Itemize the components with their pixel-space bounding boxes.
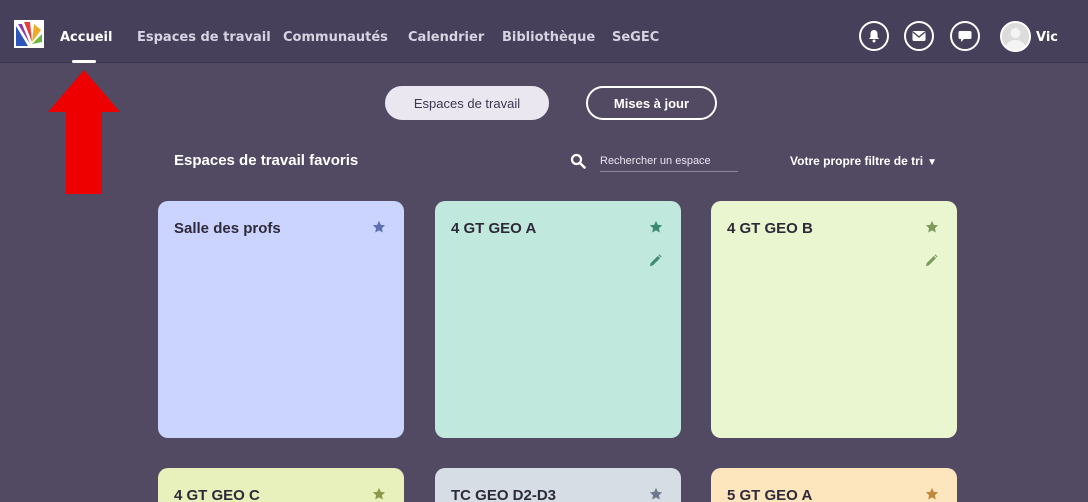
workspace-card[interactable]: 4 GT GEO A [435, 201, 681, 438]
card-title: 5 GT GEO A [727, 487, 813, 502]
favorites-section-title: Espaces de travail favoris [174, 152, 359, 169]
sort-filter-dropdown[interactable]: Votre propre filtre de tri ▼ [790, 154, 937, 168]
caret-down-icon: ▼ [927, 157, 938, 168]
top-navbar: Accueil Espaces de travail Communautés C… [0, 0, 1088, 63]
avatar[interactable] [1000, 21, 1031, 52]
active-nav-indicator [72, 60, 96, 63]
workspace-card[interactable]: Salle des profs [158, 201, 404, 438]
nav-accueil[interactable]: Accueil [60, 30, 112, 45]
chat-icon [958, 31, 972, 42]
messages-button[interactable] [904, 21, 934, 51]
nav-communautes[interactable]: Communautés [283, 30, 388, 45]
pencil-icon[interactable] [925, 254, 938, 267]
workspace-card[interactable]: 4 GT GEO B [711, 201, 957, 438]
workspace-card[interactable]: 4 GT GEO C [158, 468, 404, 502]
star-icon[interactable] [925, 220, 939, 234]
workspace-card[interactable]: TC GEO D2-D3 [435, 468, 681, 502]
workspaces-toggle-button[interactable]: Espaces de travail [385, 86, 549, 120]
nav-espaces-de-travail[interactable]: Espaces de travail [137, 30, 271, 45]
card-title: Salle des profs [174, 220, 281, 237]
user-name[interactable]: Vic [1036, 30, 1058, 45]
star-icon[interactable] [372, 487, 386, 501]
red-annotation-arrow [48, 70, 120, 194]
search-icon[interactable] [570, 153, 586, 169]
card-title: 4 GT GEO B [727, 220, 813, 237]
pencil-icon[interactable] [649, 254, 662, 267]
search-input[interactable] [600, 150, 738, 172]
workspace-search [570, 148, 738, 172]
user-avatar-icon [1002, 23, 1029, 50]
star-icon[interactable] [372, 220, 386, 234]
updates-toggle-button[interactable]: Mises à jour [586, 86, 717, 120]
star-icon[interactable] [649, 487, 663, 501]
nav-segec[interactable]: SeGEC [612, 30, 659, 45]
card-title: 4 GT GEO C [174, 487, 260, 502]
card-title: 4 GT GEO A [451, 220, 537, 237]
star-icon[interactable] [649, 220, 663, 234]
nav-bibliotheque[interactable]: Bibliothèque [502, 30, 595, 45]
nav-calendrier[interactable]: Calendrier [408, 30, 484, 45]
envelope-icon [912, 31, 926, 41]
star-icon[interactable] [925, 487, 939, 501]
workspace-card[interactable]: 5 GT GEO A [711, 468, 957, 502]
chat-button[interactable] [950, 21, 980, 51]
sort-filter-label: Votre propre filtre de tri [790, 154, 924, 168]
app-logo-icon[interactable] [14, 20, 44, 48]
bell-icon [869, 30, 879, 43]
notifications-button[interactable] [859, 21, 889, 51]
card-title: TC GEO D2-D3 [451, 487, 557, 502]
